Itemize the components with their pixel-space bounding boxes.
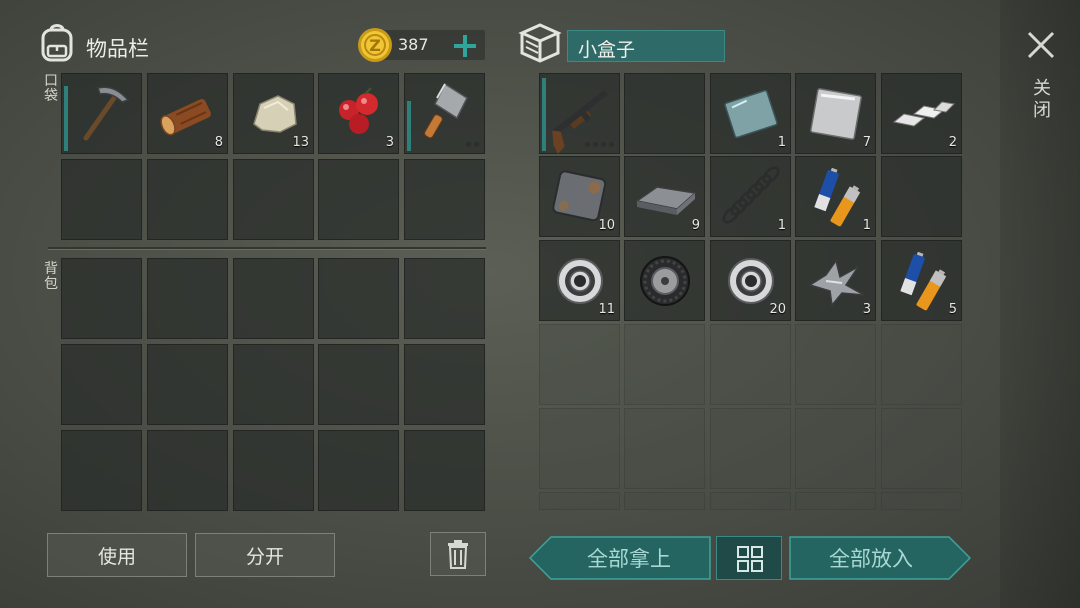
item-quantity: 8 [214, 135, 223, 150]
container-slot[interactable]: 10 [539, 156, 620, 237]
container-slot[interactable]: 11 [539, 240, 620, 321]
pocket-slot[interactable]: 8 [147, 73, 228, 154]
pickaxe-icon [83, 86, 130, 141]
durability-dots [466, 142, 479, 147]
take-all-label: 全部拿上 [587, 547, 671, 571]
container-slot[interactable]: 1 [795, 156, 876, 237]
container-slot[interactable] [539, 324, 620, 405]
container-slot[interactable] [881, 156, 962, 237]
durability-bar [407, 101, 411, 151]
container-box-icon [518, 23, 562, 63]
backpack-slot[interactable] [233, 344, 314, 425]
container-slot[interactable] [624, 324, 705, 405]
backpack-slot[interactable] [404, 258, 485, 339]
item-quantity: 11 [598, 302, 615, 317]
item-quantity: 5 [948, 302, 957, 317]
pocket-slot[interactable] [404, 159, 485, 240]
pocket-slot[interactable]: 13 [233, 73, 314, 154]
pocket-slot[interactable] [61, 73, 142, 154]
backpack-slot[interactable] [147, 430, 228, 511]
pocket-slot[interactable] [61, 159, 142, 240]
container-slot[interactable]: 20 [710, 240, 791, 321]
backpack-slot[interactable] [61, 258, 142, 339]
item-quantity: 1 [777, 135, 786, 150]
item-quantity: 2 [948, 135, 957, 150]
close-icon[interactable] [1026, 30, 1056, 60]
svg-text:Z: Z [369, 36, 381, 55]
container-slot[interactable]: 5 [881, 240, 962, 321]
put-all-label: 全部放入 [829, 547, 913, 571]
container-slot[interactable] [539, 73, 620, 155]
pocket-slot[interactable] [318, 159, 399, 240]
take-all-button[interactable]: 全部拿上 [529, 536, 711, 580]
container-slot[interactable] [881, 492, 962, 510]
item-quantity: 10 [598, 218, 615, 233]
inventory-title: 物品栏 [86, 37, 149, 61]
item-quantity: 13 [292, 135, 309, 150]
backpack-slot[interactable] [61, 344, 142, 425]
container-slot[interactable]: 1 [710, 73, 791, 154]
pocket-label: 口袋 [44, 73, 58, 104]
backpack-slot[interactable] [318, 430, 399, 511]
split-button[interactable]: 分开 [195, 533, 335, 577]
backpack-slot[interactable] [147, 344, 228, 425]
container-slot[interactable] [624, 240, 705, 321]
section-divider [48, 247, 486, 249]
backpack-slot[interactable] [147, 258, 228, 339]
container-slot[interactable] [795, 492, 876, 510]
add-coins-icon[interactable] [452, 33, 478, 59]
coin-icon: Z [358, 28, 392, 62]
item-quantity: 3 [385, 135, 394, 150]
pocket-slot[interactable]: 3 [318, 73, 399, 154]
grid-icon [737, 546, 763, 572]
item-quantity: 1 [862, 218, 871, 233]
container-slot[interactable]: 3 [795, 240, 876, 321]
container-slot[interactable] [710, 324, 791, 405]
trash-icon [448, 540, 468, 569]
put-all-button[interactable]: 全部放入 [789, 536, 971, 580]
container-slot[interactable] [710, 492, 791, 510]
backpack-icon [41, 24, 73, 62]
container-slot[interactable] [539, 492, 620, 510]
layout-toggle-button[interactable] [716, 536, 782, 580]
backpack-slot[interactable] [318, 258, 399, 339]
container-slot[interactable] [624, 492, 705, 510]
container-slot[interactable] [624, 408, 705, 489]
container-slot[interactable] [881, 324, 962, 405]
durability-bar [542, 78, 546, 151]
item-quantity: 9 [691, 218, 700, 233]
item-quantity: 20 [769, 302, 786, 317]
pocket-slot[interactable] [404, 73, 485, 154]
backpack-label: 背包 [44, 261, 58, 292]
container-slot[interactable]: 7 [795, 73, 876, 154]
pocket-slot[interactable] [233, 159, 314, 240]
container-slot[interactable]: 1 [710, 156, 791, 237]
backpack-slot[interactable] [404, 430, 485, 511]
durability-bar [64, 86, 68, 151]
container-slot[interactable] [710, 408, 791, 489]
item-quantity: 1 [777, 218, 786, 233]
container-slot[interactable] [624, 73, 705, 154]
container-name[interactable]: 小盒子 [567, 30, 725, 62]
backpack-slot[interactable] [233, 430, 314, 511]
delete-button[interactable] [430, 532, 486, 576]
coin-amount: 387 [398, 35, 429, 54]
container-slot[interactable]: 2 [881, 73, 962, 154]
container-slot[interactable] [795, 324, 876, 405]
backpack-slot[interactable] [404, 344, 485, 425]
close-label[interactable]: 关闭 [1030, 78, 1054, 122]
backpack-slot[interactable] [61, 430, 142, 511]
pocket-slot[interactable] [147, 159, 228, 240]
container-slot[interactable]: 9 [624, 156, 705, 237]
tire-icon [640, 256, 690, 306]
backpack-slot[interactable] [233, 258, 314, 339]
use-button[interactable]: 使用 [47, 533, 187, 577]
item-quantity: 7 [862, 135, 871, 150]
container-slot[interactable] [881, 408, 962, 489]
durability-dots [585, 142, 614, 147]
container-slot[interactable] [539, 408, 620, 489]
backpack-slot[interactable] [318, 344, 399, 425]
item-quantity: 3 [862, 302, 871, 317]
container-slot[interactable] [795, 408, 876, 489]
